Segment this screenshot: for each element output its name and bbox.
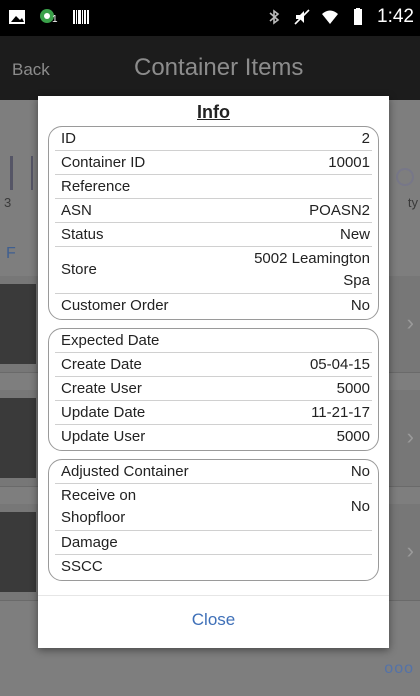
row-label: ASN [61, 201, 92, 219]
item-thumbnail [0, 284, 36, 364]
row-value: No [350, 498, 370, 515]
battery-icon [354, 8, 363, 25]
page-title: Container Items [134, 54, 304, 81]
row-value: 5000 [336, 427, 370, 445]
info-row-update-date: Update Date 11-21-17 [55, 401, 372, 425]
gallery-icon [9, 10, 25, 24]
item-thumbnail [0, 512, 36, 592]
notification-badge-icon: 1 [38, 8, 60, 26]
row-label: Update Date [61, 403, 146, 421]
barcode-icon [73, 10, 89, 24]
info-row-adjusted-container: Adjusted Container No [55, 460, 372, 484]
background-column-label: ty [407, 195, 418, 210]
info-row-receive-on-shopfloor: Receive on Shopfloor No [55, 484, 372, 531]
row-label: Container ID [61, 153, 146, 171]
background-tab-label: F [6, 245, 16, 262]
info-scroll-area[interactable]: ID 2 Container ID 10001 Reference ASN PO… [48, 126, 379, 594]
row-value: POASN2 [309, 201, 370, 219]
row-label: Store [61, 261, 97, 278]
dialog-footer: Close [38, 595, 389, 648]
row-label: SSCC [61, 557, 103, 575]
info-row-create-date: Create Date 05-04-15 [55, 353, 372, 377]
row-label: Customer Order [61, 296, 169, 314]
row-value: 05-04-15 [309, 355, 370, 373]
row-label: Reference [61, 177, 131, 195]
info-row-asn: ASN POASN2 [55, 199, 372, 223]
row-value: New [339, 225, 370, 243]
row-label: ID [61, 129, 76, 147]
app-header: Back Container Items [0, 36, 420, 100]
barcode-scan-icon [10, 156, 33, 190]
row-value: No [350, 296, 370, 314]
wifi-icon [322, 10, 339, 24]
chevron-right-icon: › [406, 424, 414, 449]
info-row-container-id: Container ID 10001 [55, 151, 372, 175]
row-value: 5000 [336, 379, 370, 397]
search-icon [396, 168, 414, 186]
row-value: 5002 Leamington Spa [254, 250, 370, 289]
chevron-right-icon: › [406, 538, 414, 563]
info-row-create-user: Create User 5000 [55, 377, 372, 401]
row-label: Status [61, 225, 104, 243]
item-thumbnail [0, 398, 36, 478]
row-label: Create Date [61, 355, 142, 373]
info-row-id: ID 2 [55, 127, 372, 151]
row-label: Create User [61, 379, 142, 397]
more-options-icon[interactable]: ooo [384, 660, 414, 678]
row-value: 2 [361, 129, 370, 147]
info-row-damage: Damage [55, 531, 372, 555]
info-dialog: Info ID 2 Container ID 10001 Reference A… [38, 96, 389, 648]
chevron-right-icon: › [406, 310, 414, 335]
row-label: Update User [61, 427, 146, 445]
clock: 1:42 [377, 6, 414, 27]
info-row-update-user: Update User 5000 [55, 425, 372, 448]
row-label: Adjusted Container [61, 462, 189, 480]
info-row-store: Store 5002 Leamington Spa [55, 247, 372, 294]
info-row-customer-order: Customer Order No [55, 294, 372, 317]
row-label: Damage [61, 533, 118, 551]
close-button[interactable]: Close [38, 610, 389, 630]
mute-icon [294, 9, 310, 25]
info-row-expected-date: Expected Date [55, 329, 372, 353]
row-value: 11-21-17 [311, 403, 370, 421]
info-group-flags: Adjusted Container No Receive on Shopflo… [48, 459, 379, 581]
row-value: No [350, 462, 370, 480]
row-label: Receive on Shopfloor [61, 487, 137, 526]
info-row-status: Status New [55, 223, 372, 247]
info-row-reference: Reference [55, 175, 372, 199]
dialog-title: Info [197, 102, 230, 122]
info-group-container: ID 2 Container ID 10001 Reference ASN PO… [48, 126, 379, 320]
row-label: Expected Date [61, 331, 160, 349]
badge-count: 1 [52, 14, 58, 25]
background-count: 3 [4, 195, 12, 210]
row-value: 10001 [328, 153, 370, 171]
status-bar: 1 1:42 [0, 0, 420, 36]
bluetooth-icon [269, 9, 280, 25]
info-group-dates: Expected Date Create Date 05-04-15 Creat… [48, 328, 379, 451]
info-row-sscc: SSCC [55, 555, 372, 578]
back-button[interactable]: Back [12, 60, 50, 80]
